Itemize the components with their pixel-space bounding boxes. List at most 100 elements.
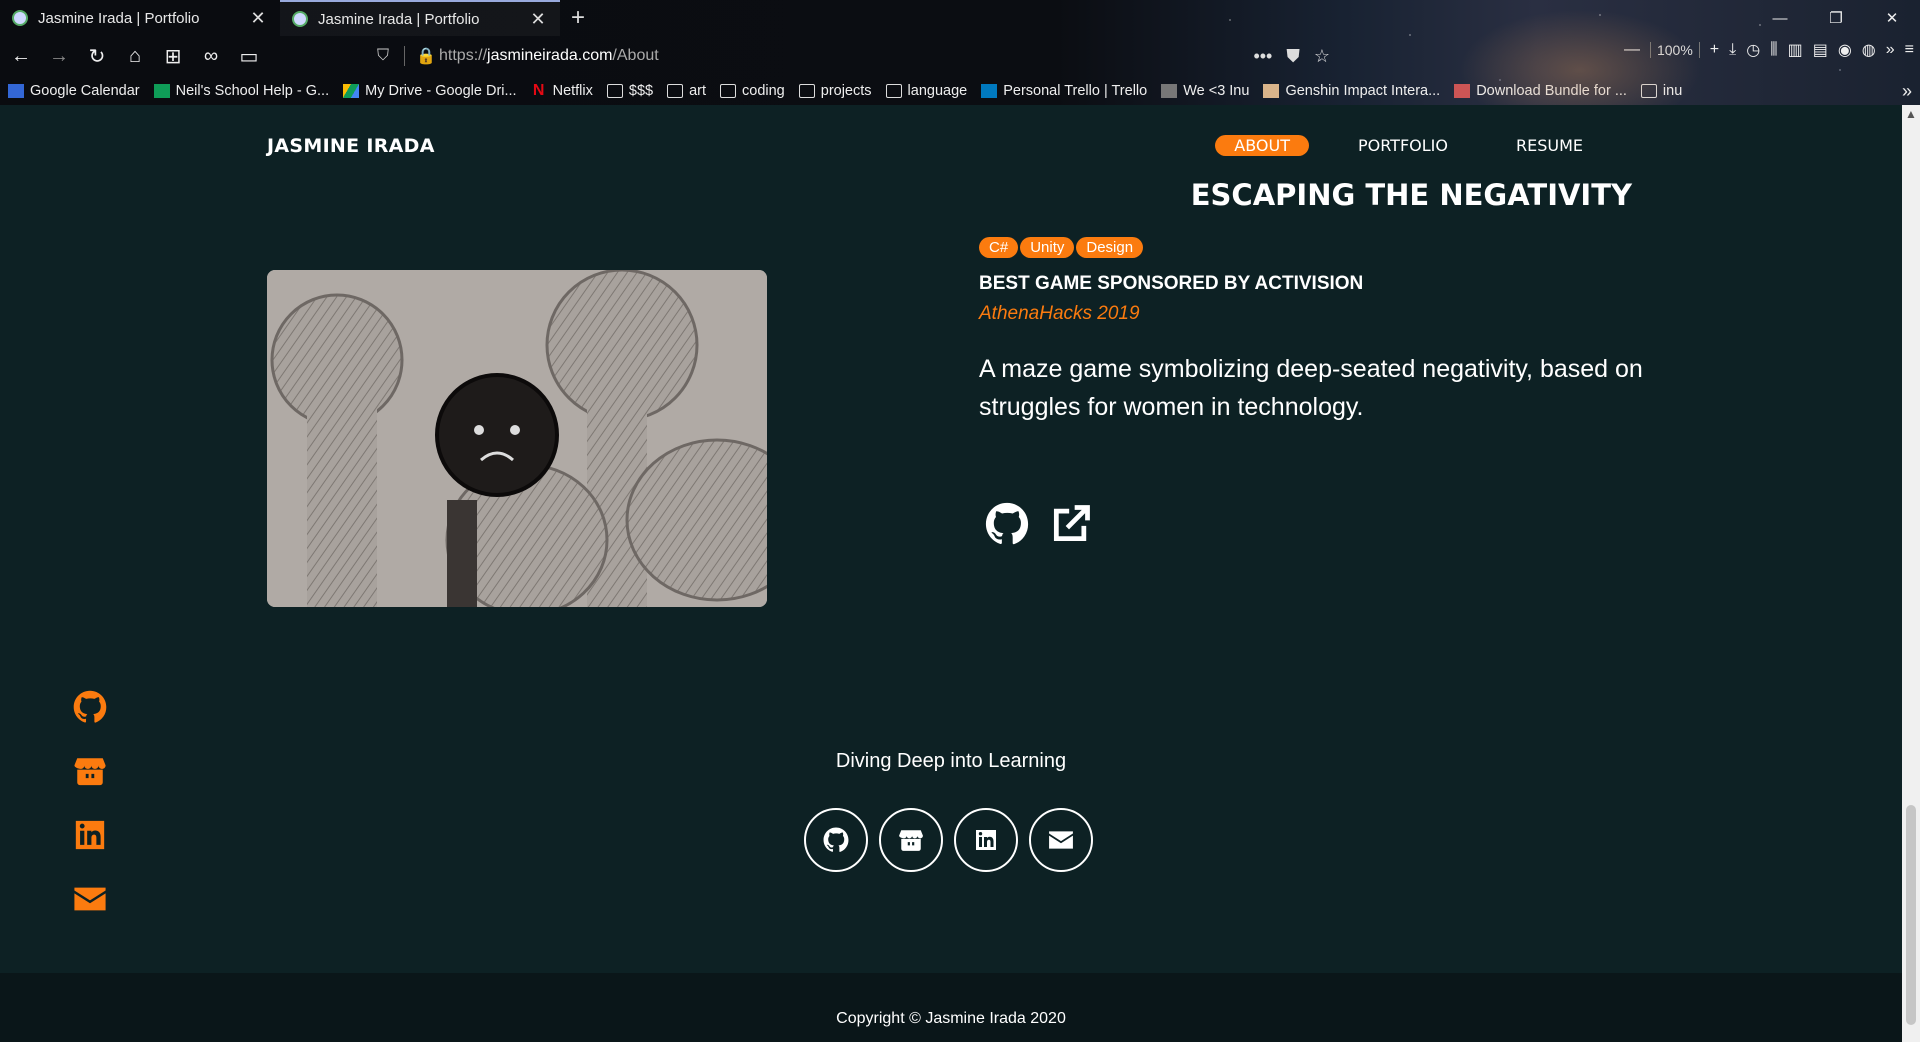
- reader-view-icon[interactable]: ▥: [1788, 40, 1803, 60]
- folder-icon: [798, 84, 815, 98]
- extension-icon[interactable]: ◍: [1862, 40, 1876, 60]
- browser-tab-active[interactable]: Jasmine Irada | Portfolio ✕: [280, 0, 560, 36]
- project-links: [985, 502, 1093, 546]
- hamburger-menu-icon[interactable]: ≡: [1905, 41, 1914, 59]
- forward-icon[interactable]: →: [42, 39, 76, 73]
- nav-about[interactable]: ABOUT: [1215, 135, 1309, 156]
- site-favicon-icon: [12, 10, 28, 26]
- bookmark-folder[interactable]: language: [885, 83, 967, 99]
- footer-email-button[interactable]: [1029, 808, 1093, 872]
- netflix-icon: N: [532, 82, 545, 99]
- footer-bar: [0, 973, 1902, 1042]
- bookmark-folder[interactable]: coding: [720, 83, 785, 99]
- folder-icon: [606, 84, 623, 98]
- close-window-icon[interactable]: ✕: [1864, 0, 1920, 36]
- sidebar-icon[interactable]: ▤: [1813, 40, 1828, 60]
- trello-icon: [981, 84, 998, 98]
- nav-resume[interactable]: RESUME: [1497, 135, 1602, 156]
- close-tab-icon[interactable]: ✕: [528, 9, 548, 30]
- web-page: JASMINE IRADA ABOUT PORTFOLIO RESUME ESC…: [0, 105, 1902, 1042]
- linkedin-icon: [976, 830, 996, 850]
- lock-icon[interactable]: 🔒: [413, 46, 439, 66]
- bookmark-item[interactable]: N Netflix: [531, 82, 593, 100]
- project-description: A maze game symbolizing deep-seated nega…: [979, 355, 1643, 421]
- scrollbar-thumb[interactable]: [1906, 805, 1916, 1025]
- github-icon[interactable]: [985, 502, 1029, 546]
- account-icon[interactable]: ◉: [1838, 40, 1852, 60]
- history-icon[interactable]: ◷: [1746, 40, 1760, 60]
- bookmark-folder[interactable]: $$$: [606, 83, 653, 99]
- bookmark-item[interactable]: My Drive - Google Dri...: [343, 83, 517, 99]
- project-event: AthenaHacks 2019: [979, 303, 1140, 324]
- project-title: ESCAPING THE NEGATIVITY: [1190, 178, 1632, 212]
- bookmark-folder[interactable]: projects: [798, 83, 872, 99]
- downloads-icon[interactable]: ⤓: [1729, 41, 1736, 59]
- footer-tagline: Diving Deep into Learning: [835, 750, 1067, 772]
- bookmark-item[interactable]: Google Calendar: [8, 83, 140, 99]
- itchio-icon: [899, 830, 923, 851]
- browser-chrome: Jasmine Irada | Portfolio ✕ Jasmine Irad…: [0, 0, 1920, 105]
- new-tab-icon[interactable]: +: [560, 0, 596, 36]
- bookmark-item[interactable]: Download Bundle for ...: [1454, 83, 1627, 99]
- scroll-up-icon[interactable]: ▲: [1902, 105, 1920, 123]
- navigation-toolbar: ← → ↻ ⌂ ⊞ ∞ ▭ ⛉ 🔒 https://jasmineirada.c…: [0, 36, 1920, 76]
- email-icon: [1049, 831, 1073, 849]
- bookmark-folder[interactable]: art: [667, 83, 706, 99]
- close-tab-icon[interactable]: ✕: [248, 8, 268, 29]
- project-award: BEST GAME SPONSORED BY ACTIVISION: [979, 273, 1364, 294]
- tag-badge: C#: [979, 237, 1019, 258]
- bookmark-star-icon[interactable]: ☆: [1314, 46, 1330, 67]
- restore-icon[interactable]: ❐: [1808, 0, 1864, 36]
- bookmark-item[interactable]: We <3 Inu: [1161, 83, 1249, 99]
- footer-social-links: [804, 808, 1093, 872]
- zoom-out-icon[interactable]: —: [1624, 41, 1640, 59]
- tab-title: Jasmine Irada | Portfolio: [318, 10, 480, 28]
- footer-github-button[interactable]: [804, 808, 868, 872]
- folder-icon: [1640, 84, 1657, 98]
- bookmark-item[interactable]: Neil's School Help - G...: [153, 83, 329, 99]
- genshin-icon: [1263, 84, 1280, 98]
- linkedin-icon[interactable]: [72, 818, 108, 852]
- address-bar[interactable]: ⛉ 🔒 https://jasmineirada.com/About ••• ⛊…: [370, 40, 1330, 72]
- footer-linkedin-button[interactable]: [954, 808, 1018, 872]
- container-tab-icon[interactable]: ⊞: [156, 39, 190, 73]
- screenshot-icon[interactable]: ▭: [232, 39, 266, 73]
- site-brand[interactable]: JASMINE IRADA: [267, 135, 435, 157]
- sheets-icon: [153, 84, 170, 98]
- project-tags: C# Unity Design: [979, 237, 1144, 258]
- overflow-chevron-icon[interactable]: »: [1886, 41, 1895, 59]
- private-mask-icon[interactable]: ∞: [194, 39, 228, 73]
- cube-icon: [1161, 84, 1178, 98]
- drive-icon: [343, 84, 360, 98]
- minimize-icon[interactable]: —: [1752, 0, 1808, 36]
- bundle-icon: [1454, 84, 1471, 98]
- bookmarks-toolbar: Google Calendar Neil's School Help - G..…: [0, 78, 1920, 104]
- window-controls: — ❐ ✕: [1752, 0, 1920, 36]
- github-icon[interactable]: [72, 690, 108, 724]
- tracking-shield-icon[interactable]: ⛉: [370, 47, 396, 65]
- pocket-icon[interactable]: ⛊: [1286, 46, 1300, 67]
- tab-strip: Jasmine Irada | Portfolio ✕ Jasmine Irad…: [0, 0, 596, 36]
- zoom-level[interactable]: 100%: [1649, 42, 1700, 58]
- url-text[interactable]: https://jasmineirada.com/About: [439, 47, 659, 65]
- reload-icon[interactable]: ↻: [80, 39, 114, 73]
- copyright-text: Copyright © Jasmine Irada 2020: [836, 1010, 1066, 1027]
- bookmark-folder[interactable]: inu: [1640, 83, 1682, 99]
- footer-itchio-button[interactable]: [879, 808, 943, 872]
- browser-tab[interactable]: Jasmine Irada | Portfolio ✕: [0, 0, 280, 36]
- library-icon[interactable]: ⫼: [1770, 41, 1777, 59]
- bookmark-item[interactable]: Genshin Impact Intera...: [1263, 83, 1440, 99]
- back-icon[interactable]: ←: [4, 39, 38, 73]
- page-scrollbar[interactable]: ▲: [1902, 105, 1920, 1042]
- home-icon[interactable]: ⌂: [118, 39, 152, 73]
- page-actions-icon[interactable]: •••: [1253, 46, 1272, 67]
- tab-title: Jasmine Irada | Portfolio: [38, 9, 200, 27]
- tag-badge: Design: [1076, 237, 1144, 258]
- external-link-icon[interactable]: [1049, 502, 1093, 546]
- bookmark-item[interactable]: Personal Trello | Trello: [981, 83, 1147, 99]
- project-image: [267, 270, 767, 607]
- bookmarks-overflow-icon[interactable]: »: [1902, 81, 1912, 102]
- zoom-in-icon[interactable]: +: [1710, 41, 1719, 59]
- nav-portfolio[interactable]: PORTFOLIO: [1339, 135, 1467, 156]
- email-icon[interactable]: [72, 882, 108, 916]
